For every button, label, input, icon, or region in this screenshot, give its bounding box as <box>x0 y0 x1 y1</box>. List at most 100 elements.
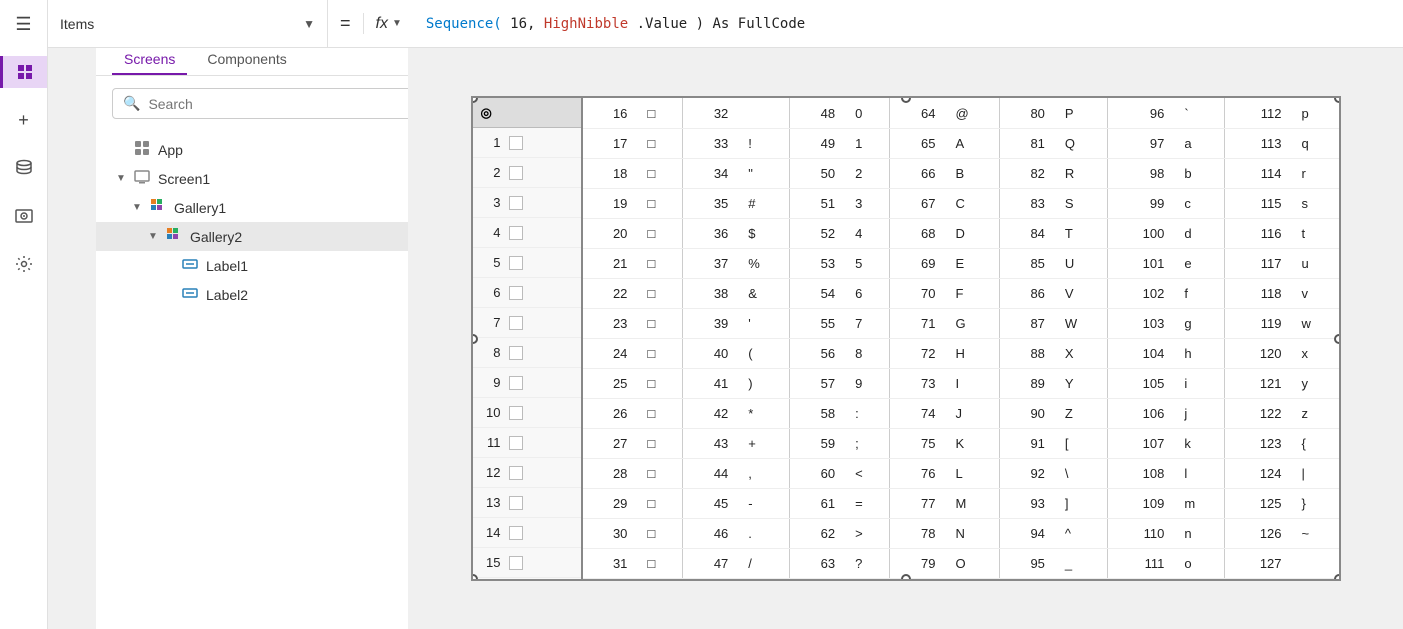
cell-num: 94 <box>999 518 1055 548</box>
cell-char: o <box>1174 548 1224 578</box>
table-row: 26□42*58:74J90Z106j122z <box>583 398 1339 428</box>
cell-char: c <box>1174 188 1224 218</box>
list-item: 5 <box>473 248 581 278</box>
cell-num: 73 <box>890 368 946 398</box>
sidebar-item-gallery2[interactable]: ▼ Gallery2 ··· <box>96 222 455 251</box>
cell-num: 61 <box>789 488 845 518</box>
search-input[interactable] <box>148 96 428 112</box>
label2-icon <box>182 285 198 304</box>
cell-char: 7 <box>845 308 890 338</box>
cell-num: 53 <box>789 248 845 278</box>
cell-char: 3 <box>845 188 890 218</box>
cell-char: < <box>845 458 890 488</box>
cell-num: 80 <box>999 98 1055 128</box>
sidebar-item-label1[interactable]: Label1 <box>96 251 455 280</box>
formula-content[interactable]: Sequence( 16, HighNibble .Value ) As Ful… <box>414 16 1403 32</box>
equals-sign: = <box>328 13 364 34</box>
handle-bot-mid[interactable] <box>901 574 911 581</box>
cell-char: 8 <box>845 338 890 368</box>
cell-num: 33 <box>683 128 739 158</box>
media-icon[interactable] <box>8 200 40 232</box>
tree-panel: Tree view × Screens Components 🔍 App ▼ S… <box>96 0 456 629</box>
sidebar-item-app[interactable]: App <box>96 135 455 164</box>
cell-num: 86 <box>999 278 1055 308</box>
cell-char: H <box>946 338 1000 368</box>
cell-char: m <box>1174 488 1224 518</box>
cell-char <box>738 98 789 128</box>
cell-char: s <box>1292 188 1339 218</box>
table-row: 31□47/63?79O95_111o127 <box>583 548 1339 578</box>
handle-mid-right[interactable] <box>1334 334 1341 344</box>
list-item: 7 <box>473 308 581 338</box>
cell-num: 106 <box>1107 398 1174 428</box>
cell-char: w <box>1292 308 1339 338</box>
chevron-icon <box>164 260 178 271</box>
data-table: 16□3248064@80P96`112p17□33!49165A81Q97a1… <box>583 98 1339 579</box>
cell-char: r <box>1292 158 1339 188</box>
list-item: 4 <box>473 218 581 248</box>
cell-char: x <box>1292 338 1339 368</box>
main-canvas: ◎ 1 2 3 4 5 6 7 8 9 10 11 12 13 14 <box>408 48 1403 629</box>
handle-bot-left[interactable] <box>471 574 478 581</box>
cell-char: _ <box>1055 548 1107 578</box>
cell-num: 105 <box>1107 368 1174 398</box>
cell-char: 5 <box>845 248 890 278</box>
cell-num: 87 <box>999 308 1055 338</box>
cell-char: 6 <box>845 278 890 308</box>
gallery-widget[interactable]: ◎ 1 2 3 4 5 6 7 8 9 10 11 12 13 14 <box>471 96 1341 581</box>
cell-char: | <box>1292 458 1339 488</box>
tree-search-box[interactable]: 🔍 <box>112 88 439 119</box>
cell-char: a <box>1174 128 1224 158</box>
database-icon[interactable] <box>8 152 40 184</box>
cell-num: 121 <box>1224 368 1291 398</box>
tab-screens[interactable]: Screens <box>112 45 187 75</box>
cell-num: 52 <box>789 218 845 248</box>
sidebar-item-gallery1[interactable]: ▼ Gallery1 <box>96 193 455 222</box>
tree-content: App ▼ Screen1 ▼ Gallery1 ▼ Ga <box>96 131 455 629</box>
cell-num: 111 <box>1107 548 1174 578</box>
cell-num: 36 <box>683 218 739 248</box>
chevron-icon <box>164 289 178 300</box>
cell-num: 101 <box>1107 248 1174 278</box>
cell-char: 2 <box>845 158 890 188</box>
cell-char: □ <box>637 158 682 188</box>
cell-char: K <box>946 428 1000 458</box>
table-row: 24□40(56872H88X104h120x <box>583 338 1339 368</box>
cell-num: 81 <box>999 128 1055 158</box>
cell-num: 34 <box>683 158 739 188</box>
cell-char: 9 <box>845 368 890 398</box>
settings-icon[interactable] <box>8 248 40 280</box>
sidebar-item-label2[interactable]: Label2 <box>96 280 455 309</box>
hamburger-icon[interactable]: ☰ <box>8 8 40 40</box>
list-item: 14 <box>473 518 581 548</box>
header-icon: ◎ <box>481 105 492 121</box>
add-icon[interactable]: + <box>8 104 40 136</box>
cell-num: 32 <box>683 98 739 128</box>
list-item: 10 <box>473 398 581 428</box>
fx-button[interactable]: fx ▼ <box>364 15 414 33</box>
cell-num: 79 <box>890 548 946 578</box>
formula-name-box[interactable]: Items ▼ <box>48 0 328 47</box>
cell-char: \ <box>1055 458 1107 488</box>
tree-tabs: Screens Components <box>96 45 455 76</box>
cell-num: 107 <box>1107 428 1174 458</box>
cell-num: 109 <box>1107 488 1174 518</box>
sidebar-item-screen1[interactable]: ▼ Screen1 <box>96 164 455 193</box>
cell-num: 18 <box>583 158 638 188</box>
table-row: 23□39'55771G87W103g119w <box>583 308 1339 338</box>
cell-char: ` <box>1174 98 1224 128</box>
cell-char: □ <box>637 218 682 248</box>
screen1-label: Screen1 <box>158 171 439 187</box>
cell-num: 57 <box>789 368 845 398</box>
cell-num: 82 <box>999 158 1055 188</box>
cell-num: 25 <box>583 368 638 398</box>
cell-num: 126 <box>1224 518 1291 548</box>
tab-components[interactable]: Components <box>195 45 298 75</box>
cell-char: u <box>1292 248 1339 278</box>
cell-num: 27 <box>583 428 638 458</box>
layers-icon[interactable] <box>0 56 47 88</box>
cell-char: 4 <box>845 218 890 248</box>
cell-char: F <box>946 278 1000 308</box>
handle-bot-right[interactable] <box>1334 574 1341 581</box>
cell-char: : <box>845 398 890 428</box>
